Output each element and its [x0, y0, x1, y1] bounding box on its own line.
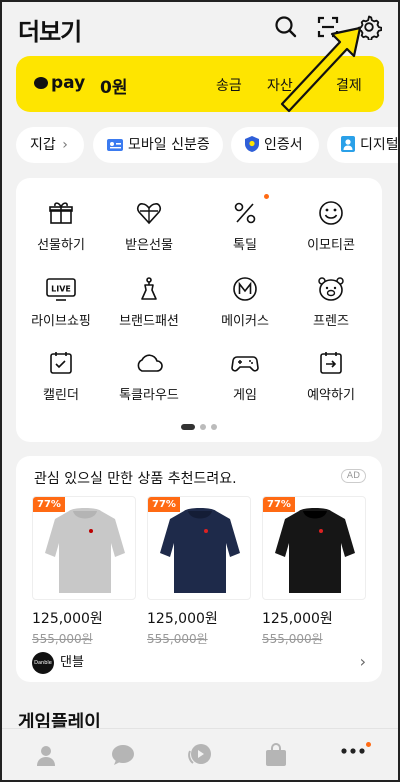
person-card-icon	[341, 136, 355, 152]
percent-icon	[234, 202, 256, 224]
chip-mobile-id[interactable]: 모바일 신분증	[93, 127, 223, 163]
hoodie-image	[45, 508, 125, 593]
chip-certificate[interactable]: 인증서	[231, 127, 319, 163]
product-price: 125,000원	[262, 611, 333, 627]
chevron-right-icon: ›	[62, 137, 68, 153]
hoodie-image	[160, 508, 240, 593]
shopping-bag-icon[interactable]	[265, 743, 287, 767]
grid-item-reservation[interactable]: 예약하기	[286, 350, 376, 403]
services-grid-card: 선물하기 받은선물 톡딜 이모티콘 LIVE 라이브쇼핑 브랜드패션 메이커스 …	[16, 178, 382, 442]
product-image: 77%	[262, 496, 366, 600]
discount-badge: 77%	[263, 497, 295, 512]
chat-icon[interactable]	[111, 743, 135, 767]
product-price: 125,000원	[147, 611, 218, 627]
calendar-icon	[50, 352, 72, 374]
hoodie-image	[275, 508, 355, 593]
product-price: 125,000원	[32, 611, 103, 627]
pointer-arrow-icon	[280, 26, 362, 113]
pay-brand: pay	[34, 73, 85, 93]
bottom-nav	[0, 728, 400, 782]
grid-item-talkcloud[interactable]: 톡클라우드	[104, 350, 194, 403]
product-card[interactable]: 77% 125,000원 555,000원	[32, 496, 136, 647]
gift-heart-icon	[136, 203, 162, 225]
id-card-icon	[107, 139, 123, 151]
product-image: 77%	[147, 496, 251, 600]
recommend-card: 관심 있으실 만한 상품 추천드려요. AD 77% 125,000원 555,…	[16, 456, 382, 682]
grid-item-brandfashion[interactable]: 브랜드패션	[104, 276, 194, 329]
grid-item-emoticon[interactable]: 이모티콘	[286, 200, 376, 253]
product-original-price: 555,000원	[262, 632, 323, 646]
grid-item-makers[interactable]: 메이커스	[200, 276, 290, 329]
live-tv-icon: LIVE	[46, 278, 76, 301]
grid-item-gift[interactable]: 선물하기	[16, 200, 106, 253]
grid-item-friends[interactable]: 프렌즈	[286, 276, 376, 329]
chip-wallet[interactable]: 지갑 ›	[16, 127, 84, 163]
grid-item-game[interactable]: 게임	[200, 350, 290, 403]
notice-dot	[366, 742, 371, 747]
new-dot	[264, 194, 269, 199]
grid-item-calendar[interactable]: 캘린더	[16, 350, 106, 403]
discount-badge: 77%	[148, 497, 180, 512]
gift-box-icon	[49, 202, 73, 224]
pay-bubble-icon	[34, 77, 48, 89]
brand-row[interactable]: Danble 댄블	[32, 651, 84, 674]
more-icon[interactable]	[340, 747, 366, 755]
grid-item-talkdeal[interactable]: 톡딜	[200, 194, 290, 253]
ad-badge: AD	[340, 469, 366, 483]
smile-icon	[319, 201, 343, 225]
hanger-icon	[141, 277, 157, 300]
grid-item-received-gift[interactable]: 받은선물	[104, 200, 194, 253]
makers-icon	[233, 277, 257, 301]
pay-balance: 0원	[100, 78, 128, 98]
page-indicator	[181, 424, 217, 430]
grid-item-liveshopping[interactable]: LIVE 라이브쇼핑	[16, 276, 106, 329]
product-original-price: 555,000원	[147, 632, 208, 646]
chevron-right-icon[interactable]: ›	[360, 652, 366, 671]
shield-icon	[245, 136, 259, 152]
cloud-icon	[137, 354, 163, 372]
product-original-price: 555,000원	[32, 632, 93, 646]
pay-send-button[interactable]: 송금	[216, 75, 242, 95]
svg-text:LIVE: LIVE	[51, 285, 71, 294]
product-image: 77%	[32, 496, 136, 600]
product-card[interactable]: 77% 125,000원 555,000원	[147, 496, 251, 647]
recommend-title: 관심 있으실 만한 상품 추천드려요.	[34, 471, 237, 487]
chip-digital[interactable]: 디지털	[327, 127, 400, 163]
discount-badge: 77%	[33, 497, 65, 512]
gamepad-icon	[231, 356, 259, 372]
openchat-icon[interactable]	[186, 743, 212, 767]
reservation-icon	[320, 352, 342, 374]
brand-logo: Danble	[32, 651, 54, 674]
page-title: 더보기	[18, 18, 82, 46]
brand-name: 댄블	[60, 655, 84, 670]
person-icon[interactable]	[34, 743, 58, 767]
product-card[interactable]: 77% 125,000원 555,000원	[262, 496, 366, 647]
friend-face-icon	[318, 277, 344, 301]
